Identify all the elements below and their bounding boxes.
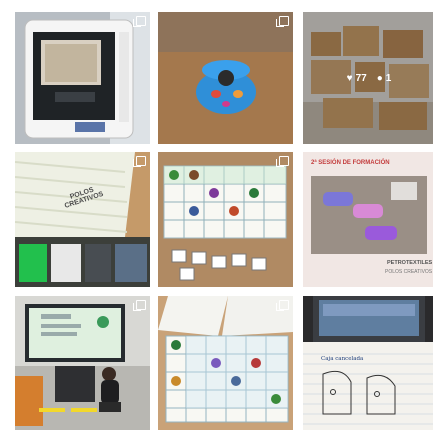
comments-count: 1 [385, 72, 392, 84]
post-laptop-notebook[interactable]: Caja cancelada [303, 296, 433, 430]
brand-name: PETROTEXTILES [387, 260, 433, 266]
grid-game-photo [158, 152, 293, 287]
post-3d-printer[interactable] [15, 12, 150, 144]
printer-photo [15, 12, 150, 144]
post-grid: ♥ 77 ● 1 POLOS CREATIVOS 2ª SESIÓN DE FO… [0, 0, 433, 434]
blue-object-photo [158, 12, 293, 144]
training-photo [303, 152, 433, 287]
grid-cards-photo [158, 296, 293, 430]
post-boxes[interactable]: ♥ 77 ● 1 [303, 12, 433, 144]
fan-photo [15, 152, 150, 287]
post-grid-cards[interactable] [158, 296, 293, 430]
post-classroom-screen[interactable] [15, 296, 150, 430]
carousel-icon [276, 300, 289, 311]
likes-count: 77 [355, 72, 367, 84]
comment-icon: ● [376, 72, 383, 84]
notebook-handwriting: Caja cancelada [321, 356, 364, 362]
classroom-photo [15, 296, 150, 430]
comments-stat: ● 1 [377, 73, 392, 84]
carousel-icon [133, 156, 146, 167]
carousel-icon [276, 16, 289, 27]
post-training-session[interactable]: 2ª SESIÓN DE FORMACIÓN PETROTEXTILES POL… [303, 152, 433, 287]
brand-subtitle: POLOS CREATIVOS [385, 269, 433, 275]
carousel-icon [133, 16, 146, 27]
carousel-icon [276, 156, 289, 167]
post-fan-polos[interactable]: POLOS CREATIVOS [15, 152, 150, 287]
session-headline: 2ª SESIÓN DE FORMACIÓN [311, 160, 390, 166]
carousel-icon [133, 300, 146, 311]
likes-stat: ♥ 77 [347, 73, 367, 84]
heart-icon: ♥ [346, 72, 353, 84]
laptop-notebook-photo [303, 296, 433, 430]
post-grid-game[interactable] [158, 152, 293, 287]
engagement-overlay: ♥ 77 ● 1 [303, 12, 433, 144]
post-blue-3d-object[interactable] [158, 12, 293, 144]
